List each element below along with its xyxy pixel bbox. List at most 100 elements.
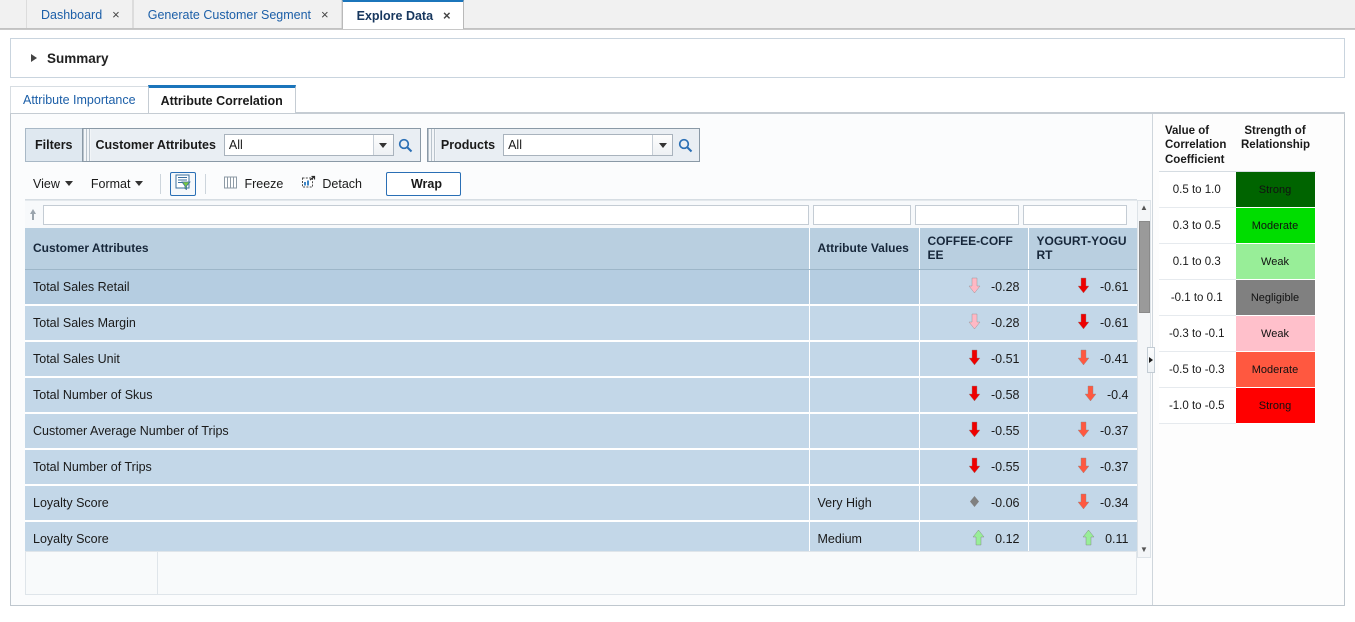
correlation-down-arrow-icon — [1077, 493, 1090, 513]
cell-coffee-correlation: -0.06 — [919, 485, 1029, 523]
browser-tab-explore-data[interactable]: Explore Data × — [341, 0, 464, 29]
drag-grip-icon[interactable] — [427, 129, 436, 161]
freeze-button[interactable]: Freeze — [215, 172, 291, 196]
correlation-down-arrow-icon — [1077, 349, 1090, 369]
cell-customer-attribute: Total Sales Unit — [25, 341, 810, 379]
qbe-input-attribute-values[interactable] — [813, 204, 911, 225]
table-row[interactable]: Customer Average Number of Trips -0.55 -0.… — [25, 413, 1138, 451]
toolbar-divider — [205, 173, 207, 194]
legend-body: 0.5 to 1.0 Strong 0.3 to 0.5 Moderate 0.1 to… — [1159, 171, 1316, 425]
detach-label: Detach — [322, 176, 362, 191]
close-icon[interactable]: × — [321, 8, 329, 21]
legend-strength-swatch: Strong — [1234, 171, 1316, 209]
browser-tab-label: Generate Customer Segment — [147, 7, 312, 22]
cell-customer-attribute: Loyalty Score — [25, 485, 810, 523]
legend-pane: Value of Correlation Coefficient Strengt… — [1153, 114, 1323, 605]
chevron-down-icon — [135, 181, 144, 186]
table-row[interactable]: Total Number of Skus -0.58 -0.4 — [25, 377, 1138, 415]
filters-label: Filters — [25, 128, 82, 162]
correlation-value: -0.55 — [991, 424, 1020, 439]
correlation-down-arrow-icon — [1077, 421, 1090, 441]
cell-coffee-correlation: -0.55 — [919, 449, 1029, 487]
freeze-icon — [223, 175, 238, 193]
browser-tab-dashboard[interactable]: Dashboard × — [26, 0, 133, 29]
cell-attribute-value — [809, 341, 920, 379]
data-pane: Filters Customer Attributes Products — [11, 114, 1153, 605]
tab-attribute-importance[interactable]: Attribute Importance — [10, 86, 149, 113]
grid-body: Total Sales Retail -0.28 -0.61 Total Sales … — [25, 269, 1138, 559]
customer-attributes-input[interactable] — [224, 135, 373, 155]
tab-attribute-correlation[interactable]: Attribute Correlation — [147, 85, 296, 113]
column-header-customer-attributes[interactable]: Customer Attributes — [25, 228, 810, 270]
products-input[interactable] — [504, 135, 653, 155]
drag-grip-icon[interactable] — [82, 129, 91, 161]
close-icon[interactable]: × — [443, 9, 451, 22]
cell-yogurt-correlation: -0.61 — [1028, 269, 1138, 307]
customer-attributes-combo[interactable] — [223, 134, 394, 156]
cell-attribute-value — [809, 413, 920, 451]
correlation-value: -0.58 — [991, 388, 1020, 403]
table-row[interactable]: Total Number of Trips -0.55 -0.37 — [25, 449, 1138, 487]
table-row[interactable]: Total Sales Retail -0.28 -0.61 — [25, 269, 1138, 307]
search-icon[interactable] — [673, 138, 697, 153]
legend-strength-swatch: Moderate — [1234, 207, 1316, 245]
cell-yogurt-correlation: -0.4 — [1028, 377, 1138, 415]
cell-attribute-value — [809, 269, 920, 307]
products-combo[interactable] — [503, 134, 674, 156]
browser-tab-label: Dashboard — [41, 7, 103, 22]
chevron-down-icon[interactable] — [652, 135, 673, 155]
legend-strength-swatch: Weak — [1234, 315, 1316, 353]
grid-header-row: Customer Attributes Attribute Values COF… — [25, 228, 1138, 270]
detach-button[interactable]: Detach — [293, 172, 370, 196]
splitter-collapse-icon[interactable] — [1147, 346, 1155, 373]
qbe-input-customer-attributes[interactable] — [43, 204, 809, 225]
column-header-yogurt-yogurt[interactable]: YOGURT-YOGURT — [1028, 228, 1138, 270]
sort-filter-icon[interactable] — [25, 208, 41, 221]
grid: Customer Attributes Attribute Values COF… — [25, 228, 1138, 559]
correlation-up-arrow-icon — [972, 529, 985, 549]
query-by-example-button[interactable] — [170, 171, 197, 196]
view-menu-button[interactable]: View — [25, 174, 81, 194]
legend-row: -0.5 to -0.3 Moderate — [1159, 351, 1316, 389]
correlation-value: -0.4 — [1106, 388, 1129, 403]
cell-yogurt-correlation: -0.37 — [1028, 413, 1138, 451]
correlation-down-arrow-icon — [968, 313, 981, 333]
legend-table: Value of Correlation Coefficient Strengt… — [1159, 120, 1316, 425]
filter-label-products: Products — [440, 138, 496, 152]
qbe-input-coffee[interactable] — [915, 204, 1019, 225]
format-menu-button[interactable]: Format — [83, 174, 152, 194]
legend-range: -0.5 to -0.3 — [1159, 351, 1235, 389]
summary-section[interactable]: Summary — [10, 38, 1345, 78]
browser-tab-generate-customer-segment[interactable]: Generate Customer Segment × — [132, 0, 342, 29]
subtab-label: Attribute Importance — [23, 93, 136, 107]
table-footer-scroll-area[interactable] — [25, 551, 1137, 595]
correlation-value: -0.61 — [1100, 280, 1129, 295]
chevron-down-icon — [64, 181, 73, 186]
query-by-example-row — [25, 200, 1137, 228]
pane-splitter[interactable] — [1147, 114, 1155, 605]
legend-strength-swatch: Moderate — [1234, 351, 1316, 389]
legend-range: 0.3 to 0.5 — [1159, 207, 1235, 245]
correlation-value: -0.37 — [1100, 424, 1129, 439]
correlation-down-arrow-icon — [1077, 277, 1090, 297]
correlation-down-arrow-icon — [968, 385, 981, 405]
column-header-attribute-values[interactable]: Attribute Values — [809, 228, 920, 270]
view-menu-label: View — [33, 176, 60, 191]
table-row[interactable]: Total Sales Unit -0.51 -0.41 — [25, 341, 1138, 379]
detach-icon — [301, 175, 316, 193]
qbe-input-yogurt[interactable] — [1023, 204, 1127, 225]
correlation-value: -0.28 — [991, 280, 1020, 295]
legend-range: -1.0 to -0.5 — [1159, 387, 1235, 425]
cell-yogurt-correlation: -0.41 — [1028, 341, 1138, 379]
cell-attribute-value — [809, 305, 920, 343]
wrap-button[interactable]: Wrap — [385, 171, 462, 196]
column-header-coffee-coffee[interactable]: COFFEE-COFFEE — [919, 228, 1029, 270]
search-icon[interactable] — [394, 138, 418, 153]
table-row[interactable]: Total Sales Margin -0.28 -0.61 — [25, 305, 1138, 343]
close-icon[interactable]: × — [112, 8, 120, 21]
legend-strength-swatch: Strong — [1234, 387, 1316, 425]
table-row[interactable]: Loyalty Score Very High -0.06 -0.34 — [25, 485, 1138, 523]
expand-triangle-icon[interactable] — [31, 54, 37, 62]
filter-group-products: Products — [426, 128, 701, 162]
chevron-down-icon[interactable] — [372, 135, 393, 155]
